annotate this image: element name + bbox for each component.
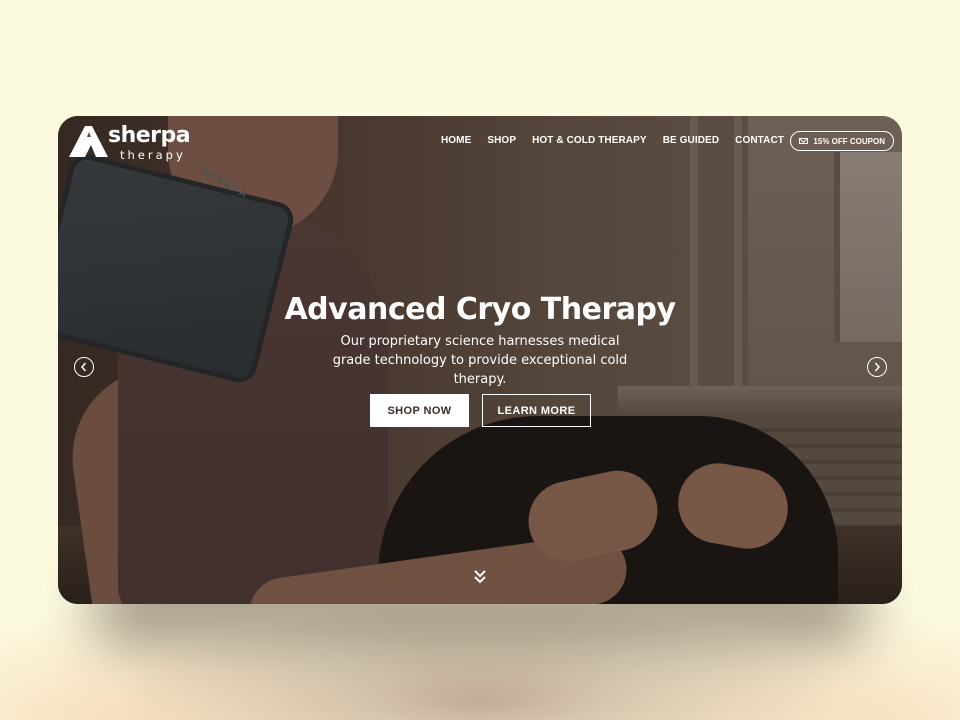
slider-next-button[interactable] — [867, 357, 887, 377]
main-nav: HOME SHOP HOT & COLD THERAPY BE GUIDED C… — [441, 135, 784, 146]
nav-item-shop[interactable]: SHOP — [487, 135, 516, 146]
site-logo[interactable]: sherpa therapy — [68, 123, 198, 165]
chevron-left-icon — [81, 362, 87, 372]
shop-now-button[interactable]: SHOP NOW — [370, 394, 469, 427]
hero-subtitle: Our proprietary science harnesses medica… — [332, 334, 628, 387]
envelope-icon — [799, 138, 809, 144]
logo-subtitle: therapy — [120, 148, 186, 162]
logo-wordmark: sherpa — [108, 123, 191, 148]
coupon-button[interactable]: 15% OFF COUPON — [790, 131, 894, 151]
mountain-a-icon — [69, 126, 108, 157]
chevron-right-icon — [874, 362, 880, 372]
nav-item-home[interactable]: HOME — [441, 135, 471, 146]
nav-item-hot-cold-therapy[interactable]: HOT & COLD THERAPY — [532, 135, 647, 146]
nav-item-contact[interactable]: CONTACT — [735, 135, 784, 146]
learn-more-button[interactable]: LEARN MORE — [482, 394, 591, 427]
hero-title: Advanced Cryo Therapy — [284, 292, 676, 327]
coupon-label: 15% OFF COUPON — [813, 136, 885, 146]
slider-prev-button[interactable] — [74, 357, 94, 377]
double-chevron-down-icon[interactable] — [472, 568, 488, 586]
nav-item-be-guided[interactable]: BE GUIDED — [663, 135, 719, 146]
website-frame: SHERPA sherpa therapy HOME SHOP HOT & CO… — [58, 116, 902, 604]
